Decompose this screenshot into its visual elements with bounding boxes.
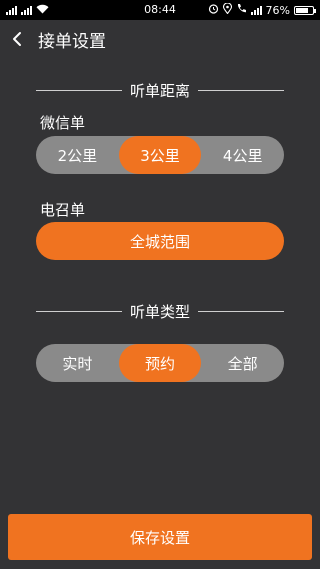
wechat-distance-selector: 2公里 3公里 4公里 [36,136,284,174]
dispatch-range-button[interactable]: 全城范围 [36,222,284,260]
distance-option-2km[interactable]: 2公里 [36,136,119,174]
alarm-icon [208,3,219,17]
signal-icon [6,5,17,15]
dispatch-order-label: 电召单 [40,201,86,219]
page-title: 接单设置 [38,31,106,52]
wechat-order-label: 微信单 [40,114,86,132]
header: 接单设置 [0,20,320,58]
status-right-icons: 76% [208,2,316,17]
status-bar: 08:44 76% [0,0,320,20]
divider-line-left [36,89,122,91]
type-option-reservation[interactable]: 预约 [118,344,202,382]
battery-percent: 76% [265,3,290,17]
order-settings-screen: 08:44 76% 接单设置 听单距离 微信单 2公里 3公里 4公里 电召单 … [0,0,320,569]
type-section-title: 听单类型 [130,302,191,321]
divider-line-left [36,310,122,312]
order-type-selector: 实时 预约 全部 [36,344,284,382]
save-button[interactable]: 保存设置 [8,514,312,560]
battery-icon [294,5,316,15]
distance-option-3km[interactable]: 3公里 [118,136,202,174]
status-left-icons [6,4,49,17]
distance-section-title: 听单距离 [130,81,191,100]
type-section-header: 听单类型 [36,301,285,321]
chevron-left-icon[interactable] [0,20,34,58]
divider-line-right [198,310,285,312]
location-icon [222,2,232,17]
signal-icon [250,5,262,15]
divider-line-right [198,89,285,91]
distance-section-header: 听单距离 [36,80,285,100]
call-icon [236,3,247,17]
type-option-realtime[interactable]: 实时 [36,344,119,382]
wifi-icon [36,4,49,17]
distance-option-4km[interactable]: 4公里 [201,136,284,174]
signal-icon [21,5,32,15]
type-option-all[interactable]: 全部 [201,344,284,382]
